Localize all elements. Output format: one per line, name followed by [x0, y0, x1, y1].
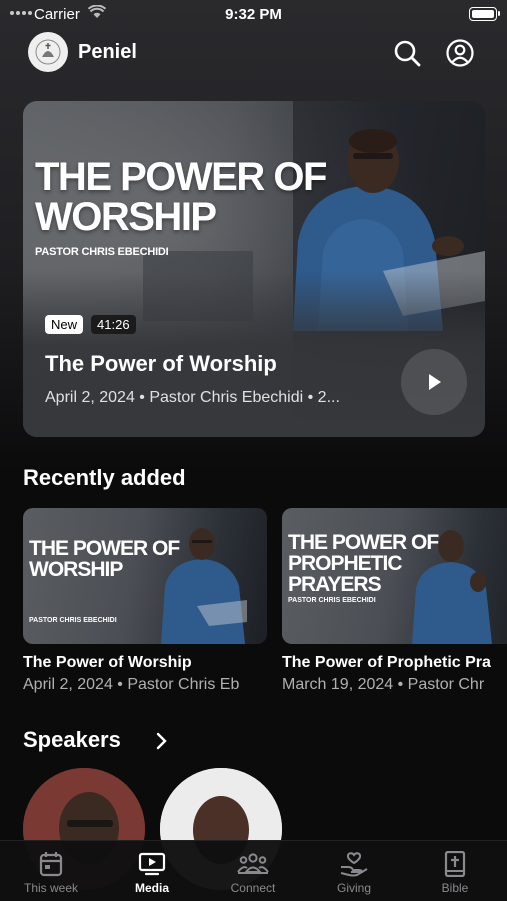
tab-connect[interactable]: Connect	[203, 849, 303, 895]
speakers-heading[interactable]: Speakers	[23, 727, 121, 753]
chevron-right-icon[interactable]	[155, 731, 169, 751]
recent-card-title: The Power of Worship	[23, 654, 192, 671]
featured-media-card[interactable]: THE POWER OF WORSHIP PASTOR CHRIS EBECHI…	[23, 101, 485, 437]
tab-media[interactable]: Media	[102, 849, 202, 895]
status-bar: Carrier 9:32 PM	[0, 0, 507, 28]
giving-icon	[340, 852, 368, 877]
hero-artwork-title: THE POWER OF WORSHIP	[35, 155, 327, 239]
new-badge: New	[45, 315, 84, 334]
recent-card-meta: March 19, 2024 • Pastor Chr	[282, 676, 485, 693]
hero-tags: New 41:26	[45, 315, 136, 334]
tab-this-week[interactable]: This week	[1, 849, 101, 895]
tab-label: Media	[134, 881, 169, 895]
recent-card-thumbnail: THE POWER OF PROPHETIC PRAYERS PASTOR CH…	[282, 508, 507, 644]
tab-label: Giving	[336, 881, 371, 895]
duration-badge: 41:26	[91, 315, 136, 334]
tab-label: Bible	[441, 881, 469, 895]
recent-card-prophetic-prayers[interactable]: THE POWER OF PROPHETIC PRAYERS PASTOR CH…	[282, 508, 507, 694]
media-icon	[138, 852, 166, 876]
thumbnail-subtitle: PASTOR CHRIS EBECHIDI	[288, 597, 376, 604]
app-title: Peniel	[78, 41, 137, 63]
recent-card-worship[interactable]: THE POWER OF WORSHIP PASTOR CHRIS EBECHI…	[23, 508, 267, 694]
tab-bar: This week Media Connect Giving Bible	[0, 840, 507, 901]
tab-bible[interactable]: Bible	[405, 849, 505, 895]
play-icon	[429, 374, 441, 390]
tab-label: Connect	[230, 881, 276, 895]
recent-card-thumbnail: THE POWER OF WORSHIP PASTOR CHRIS EBECHI…	[23, 508, 267, 644]
bible-icon	[444, 851, 466, 877]
thumbnail-title: THE POWER OF WORSHIP	[29, 537, 180, 581]
play-button[interactable]	[401, 349, 467, 415]
recently-added-heading: Recently added	[23, 465, 186, 490]
recent-card-meta: April 2, 2024 • Pastor Chris Eb	[23, 676, 240, 693]
calendar-icon	[39, 852, 63, 877]
app-header: Peniel	[0, 30, 507, 76]
people-icon	[237, 853, 269, 874]
status-time: 9:32 PM	[225, 6, 282, 23]
tab-label: This week	[23, 881, 79, 895]
hero-meta: April 2, 2024 • Pastor Chris Ebechidi • …	[45, 389, 340, 406]
thumbnail-subtitle: PASTOR CHRIS EBECHIDI	[29, 617, 117, 624]
logo-icon[interactable]	[28, 32, 68, 72]
recent-card-title: The Power of Prophetic Pra	[282, 654, 491, 671]
thumbnail-title: THE POWER OF PROPHETIC PRAYERS	[288, 531, 439, 596]
hero-title: The Power of Worship	[45, 351, 277, 376]
hero-artwork-subtitle: PASTOR CHRIS EBECHIDI	[35, 246, 169, 258]
tab-giving[interactable]: Giving	[304, 849, 404, 895]
profile-icon[interactable]	[445, 38, 475, 68]
battery-icon	[469, 7, 500, 21]
search-icon[interactable]	[392, 38, 422, 68]
